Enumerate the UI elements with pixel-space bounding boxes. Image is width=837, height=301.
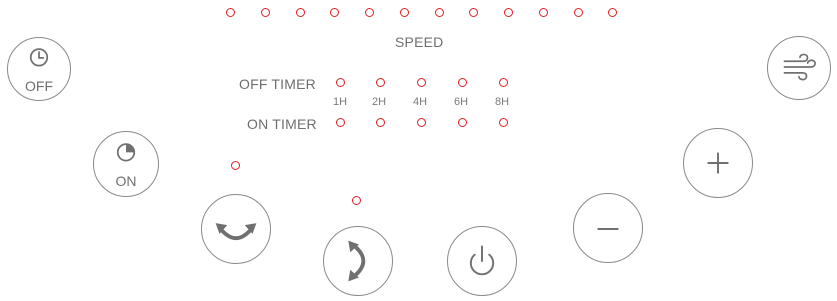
timer-hour-label-6h: 6H — [454, 96, 469, 108]
on-timer-button[interactable]: ON — [93, 131, 159, 197]
speed-up-button[interactable] — [683, 128, 753, 198]
on-timer-led-1h — [336, 118, 345, 127]
timer-hour-label-2h: 2H — [372, 96, 387, 108]
rotate-horizontal-icon — [215, 223, 257, 241]
plus-icon — [707, 152, 729, 174]
speed-led-7 — [435, 8, 444, 17]
minus-icon — [597, 228, 619, 230]
off-button-label: OFF — [25, 78, 53, 94]
speed-led-6 — [400, 8, 409, 17]
on-timer-label: ON TIMER — [247, 116, 317, 132]
speed-led-1 — [226, 8, 235, 17]
speed-led-11 — [574, 8, 583, 17]
timer-hour-label-1h: 1H — [333, 96, 348, 108]
speed-led-10 — [539, 8, 548, 17]
off-timer-led-1h — [336, 78, 345, 87]
off-timer-led-4h — [417, 78, 426, 87]
speed-led-4 — [330, 8, 339, 17]
speed-led-9 — [504, 8, 513, 17]
on-button-label: ON — [115, 173, 137, 189]
speed-led-2 — [261, 8, 270, 17]
oscillate-vertical-button[interactable] — [323, 226, 393, 296]
timer-hour-label-8h: 8H — [495, 96, 510, 108]
timer-hour-label-4h: 4H — [413, 96, 428, 108]
on-timer-led-6h — [458, 118, 467, 127]
off-timer-led-8h — [499, 78, 508, 87]
speed-down-button[interactable] — [573, 193, 643, 263]
on-timer-led-2h — [376, 118, 385, 127]
oscillate-horizontal-button[interactable] — [201, 194, 271, 264]
speed-led-5 — [365, 8, 374, 17]
wind-icon — [783, 53, 816, 81]
speed-led-3 — [296, 8, 305, 17]
oscillate-horizontal-led — [231, 161, 240, 170]
power-icon — [469, 245, 495, 276]
off-timer-label: OFF TIMER — [239, 76, 316, 92]
speed-led-12 — [608, 8, 617, 17]
on-timer-led-8h — [499, 118, 508, 127]
wind-mode-button[interactable] — [767, 36, 831, 100]
off-timer-led-2h — [376, 78, 385, 87]
power-button[interactable] — [447, 226, 517, 296]
off-timer-led-6h — [458, 78, 467, 87]
oscillate-vertical-led — [352, 196, 361, 205]
off-timer-button[interactable]: OFF — [7, 37, 71, 101]
on-timer-led-4h — [417, 118, 426, 127]
speed-led-8 — [469, 8, 478, 17]
rotate-vertical-icon — [348, 240, 366, 282]
speed-label: SPEED — [395, 34, 444, 50]
